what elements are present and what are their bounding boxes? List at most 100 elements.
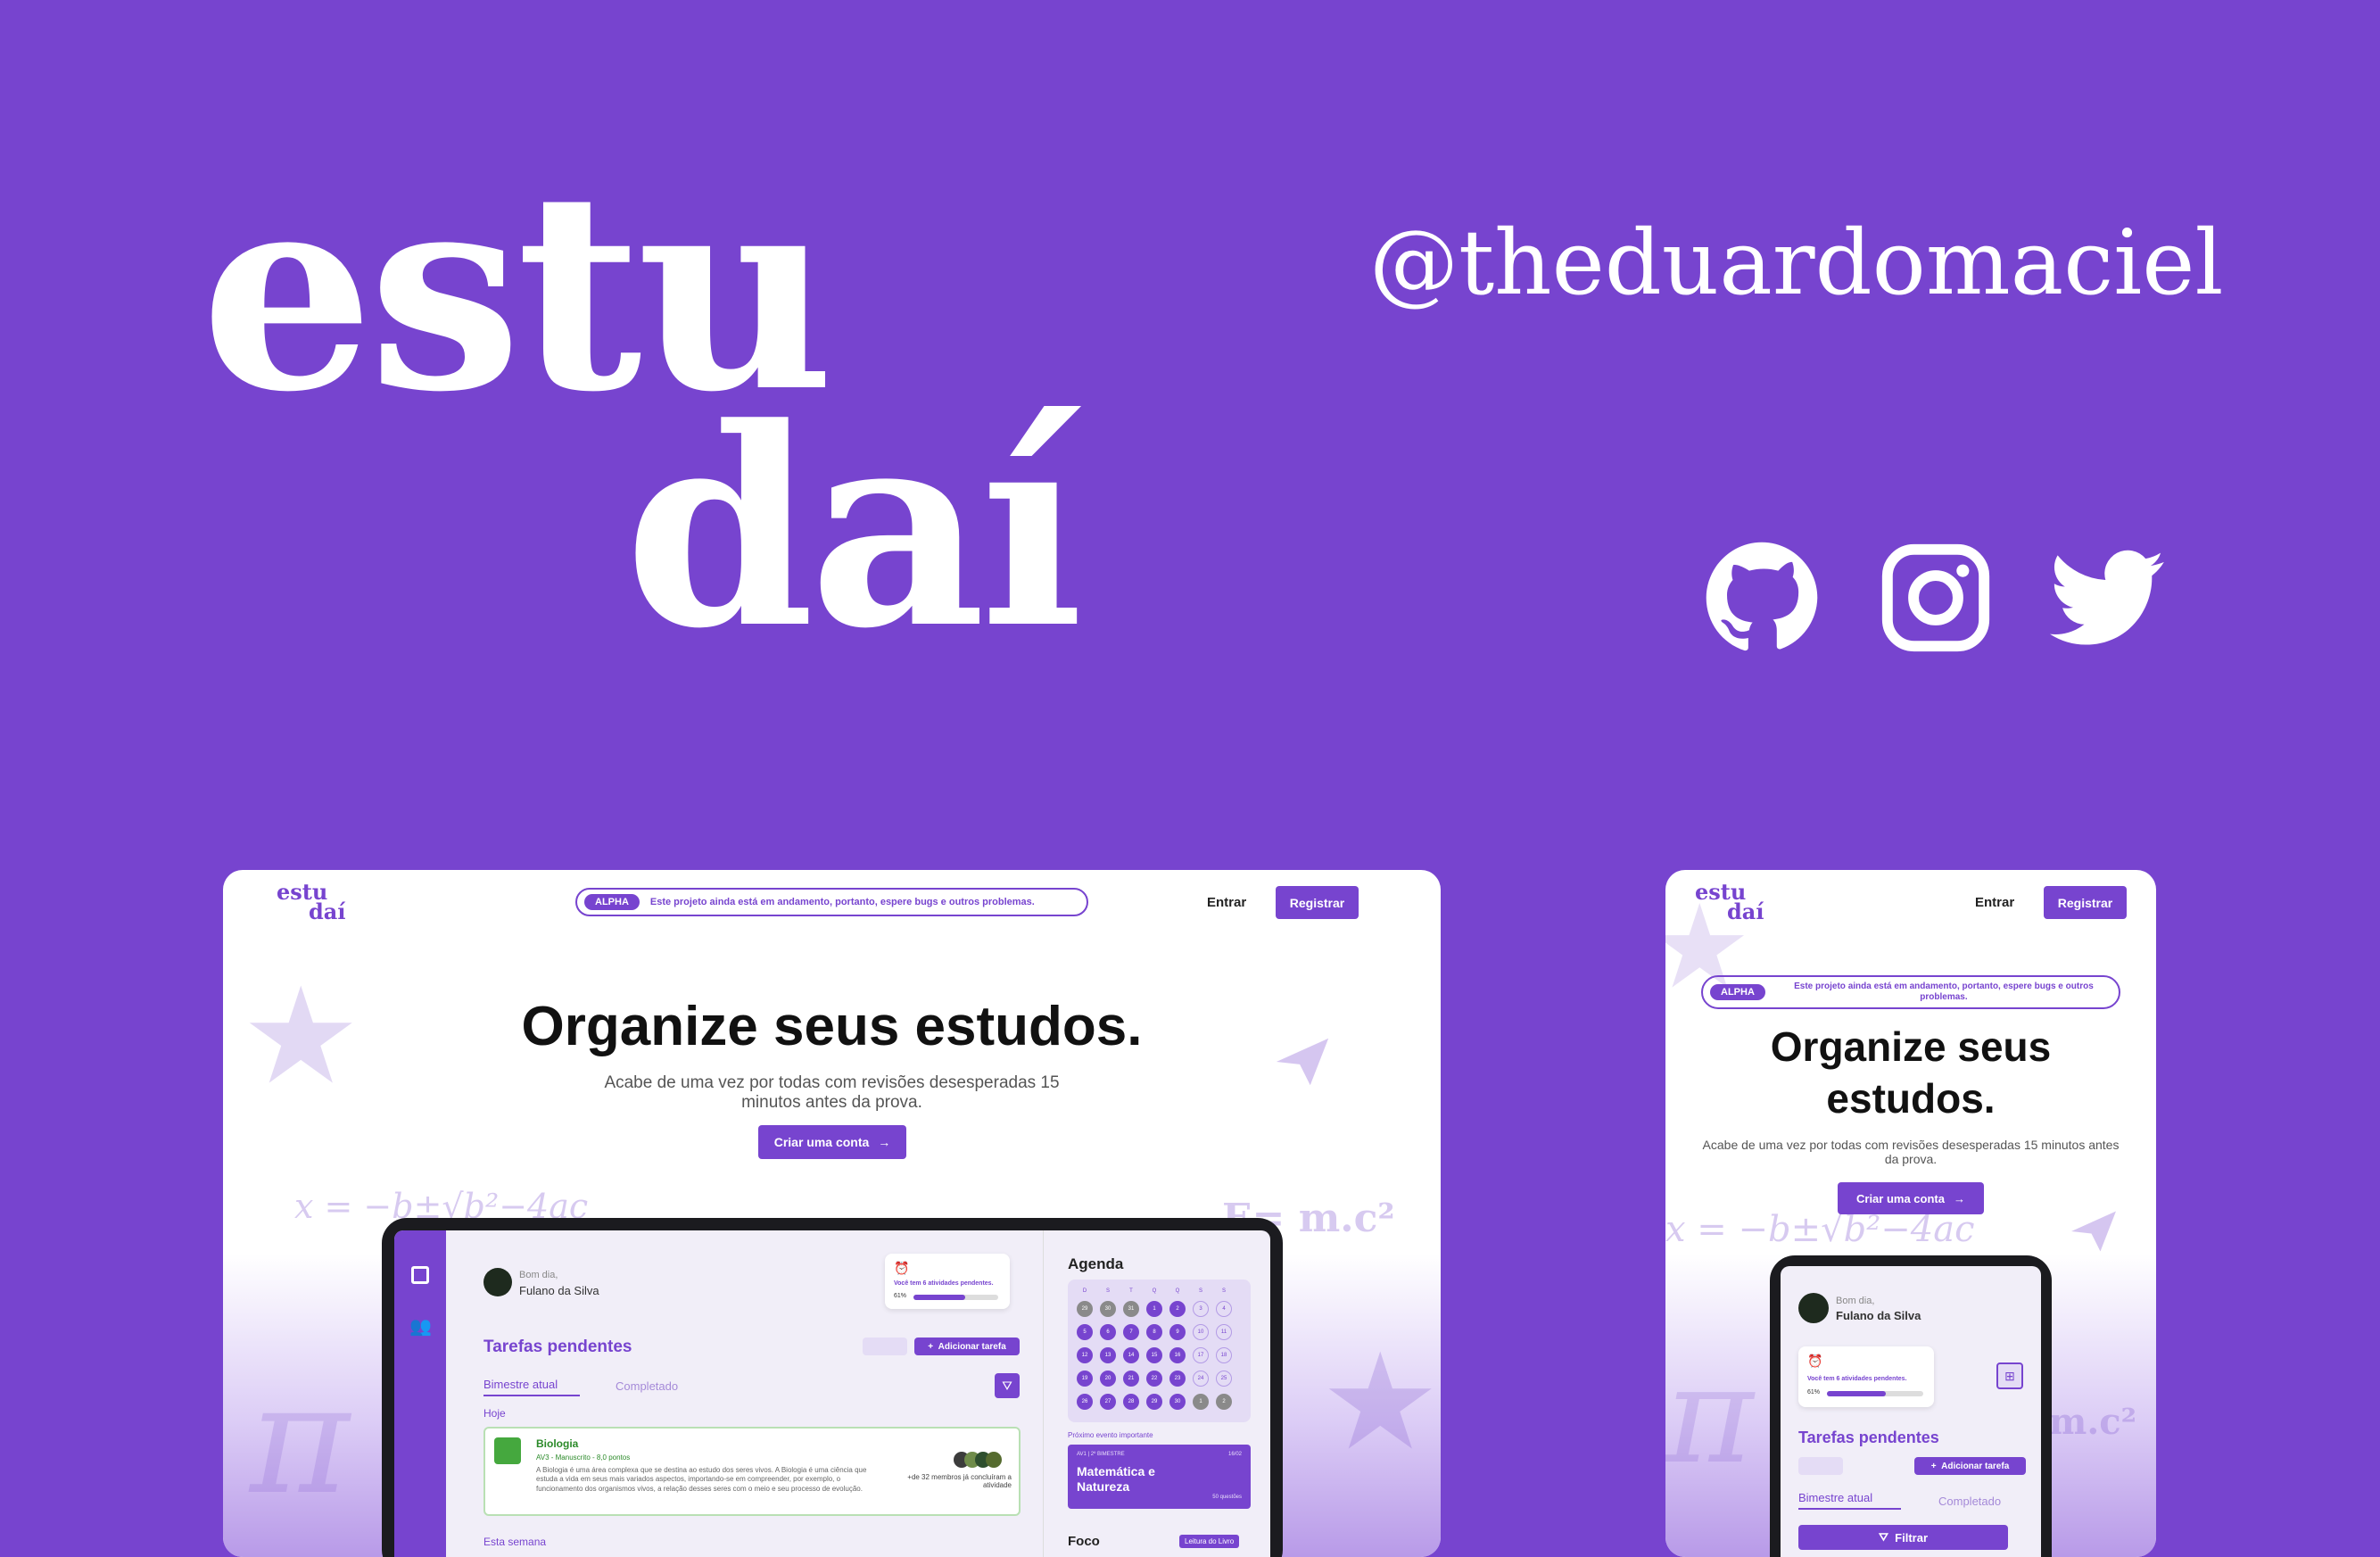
user-name: Fulano da Silva [1836,1309,1921,1322]
decorative-pi: π [250,1352,350,1528]
pending-notice: Você tem 6 atividades pendentes. [1807,1376,1907,1382]
plus-icon: + [1930,1461,1942,1471]
create-account-button[interactable]: Criar uma conta → [758,1125,906,1159]
greeting: Bom dia, [519,1270,558,1280]
calendar-day[interactable]: 30 [1100,1301,1116,1317]
site-logo[interactable]: estu daí [1695,882,1764,922]
site-logo[interactable]: estu daí [277,882,345,922]
decorative-emc: m.c² [2049,1401,2137,1443]
arrow-right-icon: → [1953,1191,1965,1205]
calendar-day[interactable]: 3 [1193,1301,1209,1317]
alpha-text: Este projeto ainda está em andamento, po… [1794,981,2094,1003]
calendar-day[interactable]: 29 [1077,1301,1093,1317]
users-icon[interactable]: 👥 [409,1315,432,1338]
calendar-day[interactable]: 18 [1216,1347,1232,1363]
calendar-day[interactable]: 16 [1169,1347,1186,1363]
calendar-day[interactable]: 13 [1100,1347,1116,1363]
tab-done[interactable]: Completado [1938,1495,2001,1508]
calendar-day[interactable]: 27 [1100,1394,1116,1410]
calendar-day[interactable]: 26 [1077,1394,1093,1410]
add-task-label: Adicionar tarefa [938,1341,1006,1352]
app-screen: 👥 Bom dia, Fulano da Silva ⏰ Você tem 6 … [394,1230,1270,1557]
calendar-day[interactable]: 28 [1123,1394,1139,1410]
avatar[interactable] [1798,1293,1829,1323]
tab-current[interactable]: Bimestre atual [1798,1491,1901,1510]
calendar-days: 29 30 31 1 2 3 4 5 6 7 8 9 10 11 12 13 14 15 16 17 18 19 20 21 2… [1077,1301,1232,1410]
bell-icon: ⏰ [1807,1354,1823,1368]
calendar-day[interactable]: 15 [1146,1347,1162,1363]
progress-label: 61% [894,1293,907,1299]
calendar-day[interactable]: 29 [1146,1394,1162,1410]
dashboard-icon[interactable] [411,1266,429,1284]
add-task-button[interactable]: + Adicionar tarefa [1914,1457,2026,1475]
instagram-icon[interactable] [1878,540,1994,656]
view-toggle[interactable] [863,1338,907,1355]
calendar-weekday: Q [1175,1288,1180,1294]
calendar-day[interactable]: 30 [1169,1394,1186,1410]
hero-subtitle: Acabe de uma vez por todas com revisões … [604,1073,1060,1112]
leaf-icon [494,1437,521,1464]
task-description: A Biologia é uma área complexa que se de… [536,1466,867,1493]
calendar-day[interactable]: 4 [1216,1301,1232,1317]
twitter-icon[interactable] [2050,540,2166,656]
user-name: Fulano da Silva [519,1284,599,1297]
decorative-pi: π [1665,1338,1754,1494]
calendar-day[interactable]: 5 [1077,1324,1093,1340]
add-icon[interactable]: ⊞ [1996,1362,2023,1389]
event-card[interactable]: AV1 | 2º BIMESTRE 16/02 Matemática e Nat… [1068,1445,1251,1509]
calendar-day[interactable]: 2 [1216,1394,1232,1410]
calendar-day[interactable]: 1 [1146,1301,1162,1317]
event-meta: AV1 | 2º BIMESTRE [1077,1452,1125,1457]
calendar-day[interactable]: 25 [1216,1371,1232,1387]
filter-button[interactable]: ⛛ Filtrar [1798,1525,2008,1550]
calendar-day[interactable]: 7 [1123,1324,1139,1340]
login-button[interactable]: Entrar [1207,895,1246,910]
view-toggle[interactable] [1798,1457,1843,1475]
calendar-day[interactable]: 6 [1100,1324,1116,1340]
calendar-day[interactable]: 12 [1077,1347,1093,1363]
calendar-day[interactable]: 11 [1216,1324,1232,1340]
alpha-banner: ALPHA Este projeto ainda está em andamen… [1701,975,2120,1009]
calendar-day[interactable]: 22 [1146,1371,1162,1387]
tab-done[interactable]: Completado [616,1379,678,1393]
task-members: +de 32 membros já concluíram a atividade [907,1473,1012,1489]
calendar-day[interactable]: 31 [1123,1301,1139,1317]
avatar[interactable] [483,1268,512,1296]
progress-label: 61% [1807,1389,1821,1396]
author-handle: @theduardomaciel [1369,211,2224,315]
calendar-day[interactable]: 21 [1123,1371,1139,1387]
github-icon[interactable] [1704,540,1820,656]
calendar-day[interactable]: 23 [1169,1371,1186,1387]
create-account-button[interactable]: Criar uma conta → [1838,1182,1984,1214]
calendar-day[interactable]: 17 [1193,1347,1209,1363]
event-date: 16/02 [1227,1452,1242,1457]
calendar-day[interactable]: 10 [1193,1324,1209,1340]
arrow-right-icon: → [878,1135,891,1149]
focus-tag[interactable]: Leitura do Livro [1179,1535,1240,1548]
decorative-formula: x = −b±√b²−4ac [1665,1209,1975,1250]
pending-card: ⏰ Você tem 6 atividades pendentes. 61% [885,1254,1010,1309]
add-task-button[interactable]: + Adicionar tarefa [914,1338,1020,1355]
task-card[interactable]: Biologia AV3 - Manuscrito - 8,0 pontos A… [483,1427,1021,1516]
laptop-device: 👥 Bom dia, Fulano da Silva ⏰ Você tem 6 … [382,1218,1283,1557]
calendar-weekday: T [1129,1288,1133,1294]
event-questions: 50 questões [1212,1495,1242,1500]
calendar-day[interactable]: 9 [1169,1324,1186,1340]
calendar-day[interactable]: 14 [1123,1347,1139,1363]
calendar-day[interactable]: 19 [1077,1371,1093,1387]
register-button[interactable]: Registrar [2044,886,2127,919]
hero-headline: Organize seus estudos. [521,996,1143,1057]
calendar-day[interactable]: 20 [1100,1371,1116,1387]
tab-current[interactable]: Bimestre atual [483,1378,580,1396]
calendar-day[interactable]: 24 [1193,1371,1209,1387]
calendar-weekday: S [1198,1288,1202,1294]
login-button[interactable]: Entrar [1975,895,2014,910]
calendar-day[interactable]: 8 [1146,1324,1162,1340]
register-button[interactable]: Registrar [1276,886,1359,919]
progress-fill [1827,1391,1886,1396]
progress-track [1827,1391,1923,1396]
calendar-day[interactable]: 2 [1169,1301,1186,1317]
calendar-day[interactable]: 1 [1193,1394,1209,1410]
today-label: Hoje [483,1407,506,1420]
filter-icon[interactable]: ⛛ [995,1373,1020,1398]
